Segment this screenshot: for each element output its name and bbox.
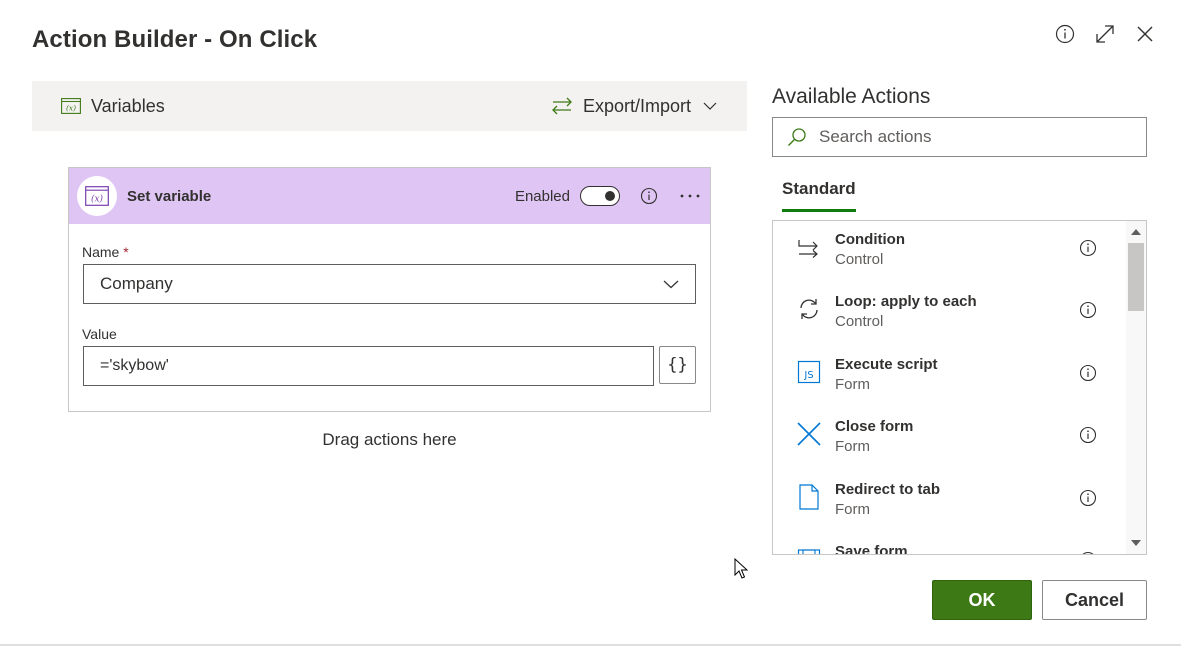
action-item-redirect-to-tab[interactable]: Redirect to tab Form [773, 471, 1125, 533]
tab-standard[interactable]: Standard [782, 179, 856, 212]
enabled-toggle[interactable] [580, 186, 620, 206]
set-variable-icon: (x) [77, 176, 117, 216]
info-icon[interactable] [1079, 364, 1097, 382]
enabled-label: Enabled [514, 187, 570, 205]
js-script-icon: JS [795, 358, 823, 386]
mouse-pointer-icon [734, 557, 749, 585]
card-title: Set variable [127, 187, 212, 205]
svg-text:(x): (x) [91, 194, 104, 205]
more-options-icon[interactable] [678, 194, 702, 198]
name-dropdown[interactable]: Company [83, 264, 696, 304]
svg-text:JS: JS [803, 370, 813, 381]
action-category: Form [835, 376, 870, 393]
action-name: Execute script [835, 356, 938, 373]
close-form-icon [795, 420, 823, 448]
action-item-condition[interactable]: Condition Control [773, 221, 1125, 283]
action-name: Condition [835, 231, 905, 248]
action-category: Form [835, 438, 870, 455]
info-icon[interactable] [1079, 239, 1097, 257]
close-icon[interactable] [1131, 20, 1159, 48]
action-name: Loop: apply to each [835, 293, 977, 310]
info-icon[interactable] [1079, 489, 1097, 507]
name-label-text: Name [82, 244, 120, 260]
search-actions-input[interactable] [817, 126, 1132, 148]
available-actions-title: Available Actions [772, 85, 931, 108]
action-category: Form [835, 501, 870, 518]
name-dropdown-value: Company [100, 274, 173, 293]
action-item-close-form[interactable]: Close form Form [773, 408, 1125, 470]
search-icon [787, 127, 807, 147]
export-import-button[interactable]: Export/Import [551, 96, 717, 117]
info-icon[interactable] [1079, 426, 1097, 444]
action-item-save-form[interactable]: Save form [773, 533, 1125, 555]
action-name: Save form [835, 543, 908, 555]
action-toolbar: (x) Variables Export/Import [32, 81, 747, 131]
toggle-knob [605, 191, 615, 201]
name-field-label: Name * [82, 244, 129, 260]
required-mark: * [123, 244, 129, 260]
swap-arrows-icon [551, 97, 573, 115]
dialog-title: Action Builder - On Click [32, 26, 318, 53]
actions-scrollbar[interactable] [1126, 221, 1146, 554]
expand-icon[interactable] [1091, 20, 1119, 48]
card-info-icon[interactable] [640, 187, 658, 205]
variables-button[interactable]: (x) Variables [61, 96, 165, 117]
chevron-down-icon [703, 101, 717, 111]
chevron-down-icon [663, 279, 679, 289]
svg-text:(x): (x) [66, 104, 76, 113]
dialog-controls [1051, 20, 1159, 48]
info-icon[interactable] [1079, 551, 1097, 554]
info-icon[interactable] [1079, 301, 1097, 319]
cancel-button[interactable]: Cancel [1042, 580, 1147, 620]
scroll-thumb[interactable] [1128, 243, 1144, 311]
variable-icon: (x) [61, 98, 81, 114]
value-input[interactable] [83, 346, 654, 386]
action-category: Control [835, 313, 884, 330]
scroll-down-arrow-icon[interactable] [1131, 540, 1141, 546]
action-name: Close form [835, 418, 914, 435]
loop-icon [795, 295, 823, 323]
export-import-label: Export/Import [582, 95, 691, 116]
expression-button[interactable]: {} [659, 346, 696, 384]
condition-icon [795, 233, 823, 261]
ok-button[interactable]: OK [932, 580, 1032, 620]
action-item-execute-script[interactable]: JS Execute script Form [773, 346, 1125, 408]
save-icon [795, 545, 823, 554]
card-header: (x) Set variable Enabled [69, 168, 710, 224]
scroll-up-arrow-icon[interactable] [1131, 229, 1141, 235]
action-name: Redirect to tab [835, 481, 941, 498]
action-category: Control [835, 251, 884, 268]
variables-label: Variables [91, 95, 165, 116]
page-icon [795, 483, 823, 511]
value-field-label: Value [82, 326, 117, 342]
available-actions-list[interactable]: Condition Control Loop: apply to each Co… [772, 220, 1147, 555]
set-variable-card[interactable]: (x) Set variable Enabled Name * Company … [68, 167, 711, 412]
action-item-loop[interactable]: Loop: apply to each Control [773, 283, 1125, 345]
search-actions-box[interactable] [772, 117, 1147, 157]
drag-drop-hint: Drag actions here [322, 430, 457, 449]
info-icon[interactable] [1051, 20, 1079, 48]
